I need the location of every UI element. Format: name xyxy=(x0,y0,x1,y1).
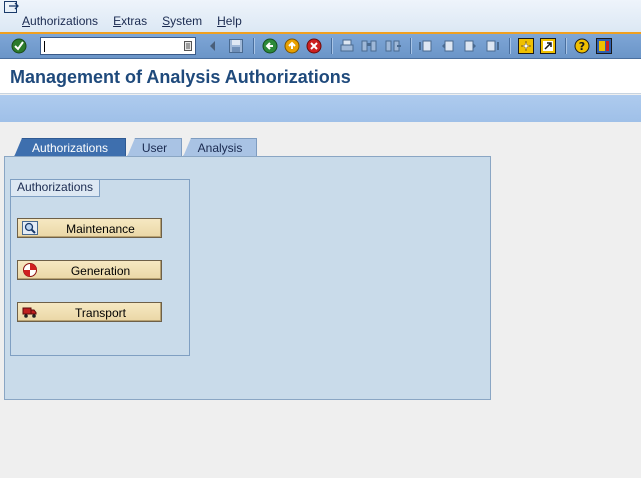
enter-icon[interactable] xyxy=(10,37,28,55)
application-toolbar xyxy=(0,95,641,122)
menu-bar: Authorizations Extras System Help xyxy=(0,0,641,34)
exit-icon[interactable] xyxy=(283,37,301,55)
title-bar: Management of Analysis Authorizations xyxy=(0,59,641,94)
menu-extras[interactable]: Extras xyxy=(113,14,147,28)
collapse-arrow-icon[interactable] xyxy=(204,37,222,55)
command-field[interactable] xyxy=(40,37,196,55)
shortcut-icon[interactable] xyxy=(539,37,557,55)
cancel-icon[interactable] xyxy=(305,37,323,55)
generation-label: Generation xyxy=(70,264,131,278)
maintenance-label: Maintenance xyxy=(66,222,135,236)
find-icon[interactable] xyxy=(360,37,378,55)
generate-icon xyxy=(23,263,37,277)
back-icon[interactable] xyxy=(261,37,279,55)
menu-help[interactable]: Help xyxy=(217,14,242,28)
truck-icon xyxy=(22,307,37,318)
page-title: Management of Analysis Authorizations xyxy=(10,67,351,87)
tab-analysis[interactable]: Analysis xyxy=(183,138,257,157)
tab-user[interactable]: User xyxy=(127,138,182,157)
find-next-icon[interactable] xyxy=(384,37,402,55)
previous-page-icon[interactable] xyxy=(439,37,457,55)
layout-menu-icon[interactable] xyxy=(595,37,613,55)
generation-button[interactable]: Generation xyxy=(17,260,162,280)
help-icon[interactable]: ? xyxy=(573,37,591,55)
svg-text:?: ? xyxy=(579,40,585,53)
last-page-icon[interactable] xyxy=(483,37,501,55)
standard-toolbar: ? xyxy=(0,34,641,59)
maintenance-button[interactable]: Maintenance xyxy=(17,218,162,238)
dropdown-icon[interactable] xyxy=(184,41,192,51)
menu-authorizations[interactable]: Authorizations xyxy=(22,14,98,28)
menu-icon[interactable] xyxy=(4,1,20,14)
magnifier-icon xyxy=(22,221,38,235)
transport-button[interactable]: Transport xyxy=(17,302,162,322)
next-page-icon[interactable] xyxy=(461,37,479,55)
save-icon[interactable] xyxy=(227,37,245,55)
create-session-icon[interactable] xyxy=(517,37,535,55)
print-icon[interactable] xyxy=(338,37,356,55)
tab-authorizations[interactable]: Authorizations xyxy=(14,138,126,157)
groupbox-title: Authorizations xyxy=(11,180,101,197)
transport-label: Transport xyxy=(75,306,126,320)
menu-system[interactable]: System xyxy=(162,14,202,28)
first-page-icon[interactable] xyxy=(417,37,435,55)
